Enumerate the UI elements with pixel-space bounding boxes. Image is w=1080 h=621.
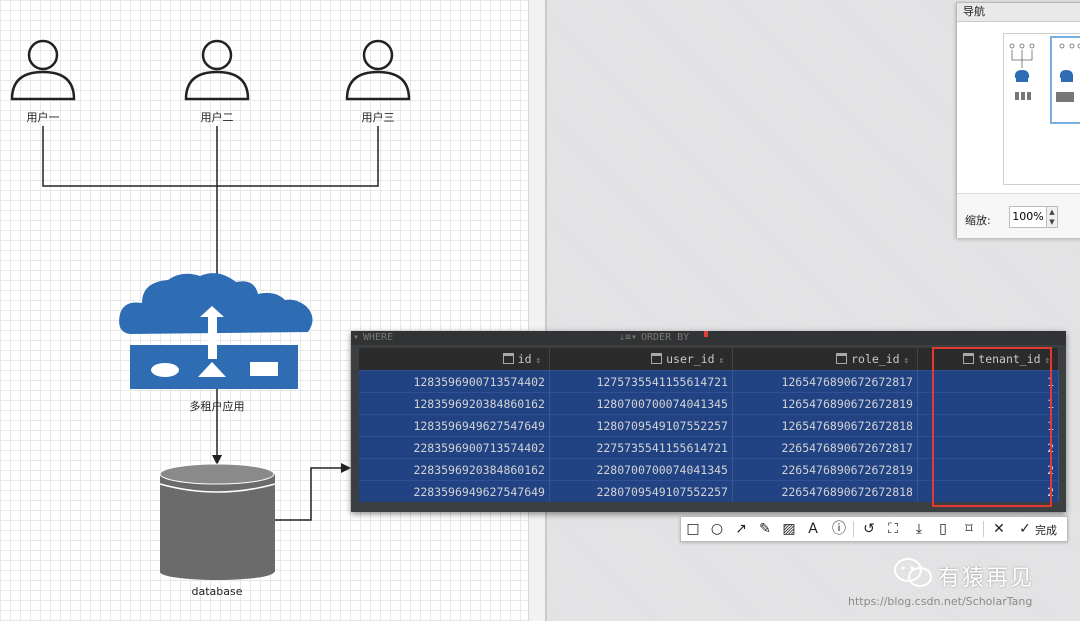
toolbar-divider <box>983 521 984 537</box>
cell-role-id[interactable]: 2265476890672672817 <box>732 436 918 459</box>
cell-role-id[interactable]: 2265476890672672818 <box>732 480 918 502</box>
database-icon[interactable] <box>159 463 276 580</box>
user-label: 用户三 <box>361 111 395 124</box>
sort-icon[interactable]: ⇕ <box>904 356 909 366</box>
zoom-input[interactable]: 100% <box>1009 206 1047 228</box>
where-icon[interactable]: ▾ <box>353 332 359 343</box>
where-filter[interactable]: WHERE <box>363 332 393 343</box>
user-label: 用户二 <box>200 111 234 124</box>
cell-id[interactable]: 1283596920384860162 <box>359 392 550 415</box>
cell-user-id[interactable]: 2280709549107552257 <box>549 480 733 502</box>
column-icon <box>836 353 848 364</box>
bookmark-icon[interactable]: ⌑ <box>959 519 979 539</box>
user-icon[interactable] <box>10 39 76 101</box>
app-label: 多租户应用 <box>189 400 245 413</box>
sort-icon[interactable]: ⇕ <box>536 356 541 366</box>
pin-icon[interactable]: ▯ <box>933 519 953 539</box>
column-header-id[interactable]: id ⇕ <box>359 348 550 371</box>
cell-id[interactable]: 2283596920384860162 <box>359 458 550 481</box>
database-label: database <box>191 585 243 598</box>
check-icon[interactable]: ✓ <box>1015 519 1035 539</box>
cloud-app-icon[interactable] <box>119 273 313 389</box>
cell-user-id[interactable]: 2280700700074041345 <box>549 458 733 481</box>
wechat-icon <box>894 558 932 587</box>
done-button[interactable]: 完成 <box>1035 522 1057 538</box>
navigator-footer: 缩放: 100% ▲ ▼ <box>957 193 1080 238</box>
cell-user-id[interactable]: 1280709549107552257 <box>549 414 733 437</box>
cell-role-id[interactable]: 2265476890672672819 <box>732 458 918 481</box>
crop-icon[interactable]: ⛶ <box>883 519 903 539</box>
cell-id[interactable]: 2283596949627547649 <box>359 480 550 502</box>
cell-id[interactable]: 1283596900713574402 <box>359 370 550 393</box>
cell-role-id[interactable]: 1265476890672672819 <box>732 392 918 415</box>
cell-id[interactable]: 2283596900713574402 <box>359 436 550 459</box>
user-icon[interactable] <box>345 39 411 101</box>
close-icon[interactable]: ✕ <box>989 519 1009 539</box>
circle-icon[interactable]: ○ <box>707 519 727 539</box>
save-icon[interactable]: ⤓ <box>909 519 929 539</box>
pencil-icon[interactable]: ✎ <box>755 519 775 539</box>
undo-icon[interactable]: ↺ <box>859 519 879 539</box>
zoom-spinner[interactable]: ▲ ▼ <box>1046 206 1058 228</box>
modified-marker <box>704 331 708 337</box>
cell-user-id[interactable]: 1280700700074041345 <box>549 392 733 415</box>
user-icon[interactable] <box>184 39 250 101</box>
navigator-preview[interactable] <box>1003 33 1080 185</box>
key-column-icon <box>502 353 514 364</box>
navigator-title: 导航 <box>957 3 1080 22</box>
number-icon[interactable]: ⓘ <box>829 519 849 539</box>
arrow-head <box>341 463 351 473</box>
zoom-label: 缩放: <box>965 214 991 227</box>
arrow-icon[interactable]: ↗ <box>731 519 751 539</box>
rectangle-icon[interactable]: □ <box>683 519 703 539</box>
tenant-id-highlight <box>932 347 1052 507</box>
navigator-viewport[interactable] <box>1050 36 1080 124</box>
mosaic-icon[interactable]: ▨ <box>779 519 799 539</box>
navigator-panel: 导航 缩放: 100% ▲ ▼ <box>956 2 1080 238</box>
cell-role-id[interactable]: 1265476890672672817 <box>732 370 918 393</box>
text-icon[interactable]: A <box>803 519 823 539</box>
sort-icon[interactable]: ↓≡▾ <box>619 332 637 343</box>
user-label: 用户一 <box>26 111 60 124</box>
watermark-url: https://blog.csdn.net/ScholarTang <box>848 595 1033 608</box>
toolbar-divider <box>853 521 854 537</box>
cell-id[interactable]: 1283596949627547649 <box>359 414 550 437</box>
cell-user-id[interactable]: 1275735541155614721 <box>549 370 733 393</box>
vertical-scrollbar[interactable] <box>528 0 548 621</box>
column-header-user-id[interactable]: user_id ⇕ <box>549 348 733 371</box>
column-header-role-id[interactable]: role_id ⇕ <box>732 348 918 371</box>
annotation-toolbar: □ ○ ↗ ✎ ▨ A ⓘ ↺ ⛶ ⤓ ▯ ⌑ ✕ ✓ 完成 <box>680 516 1068 542</box>
column-icon <box>651 353 663 364</box>
watermark-brand: 有猿再见 <box>938 566 1035 591</box>
order-by-filter[interactable]: ORDER BY <box>641 332 689 343</box>
sort-icon[interactable]: ⇕ <box>719 356 724 366</box>
filter-bar: ▾ WHERE ↓≡▾ ORDER BY <box>351 331 1066 345</box>
diagram-drawing <box>10 39 411 580</box>
cell-user-id[interactable]: 2275735541155614721 <box>549 436 733 459</box>
cell-role-id[interactable]: 1265476890672672818 <box>732 414 918 437</box>
